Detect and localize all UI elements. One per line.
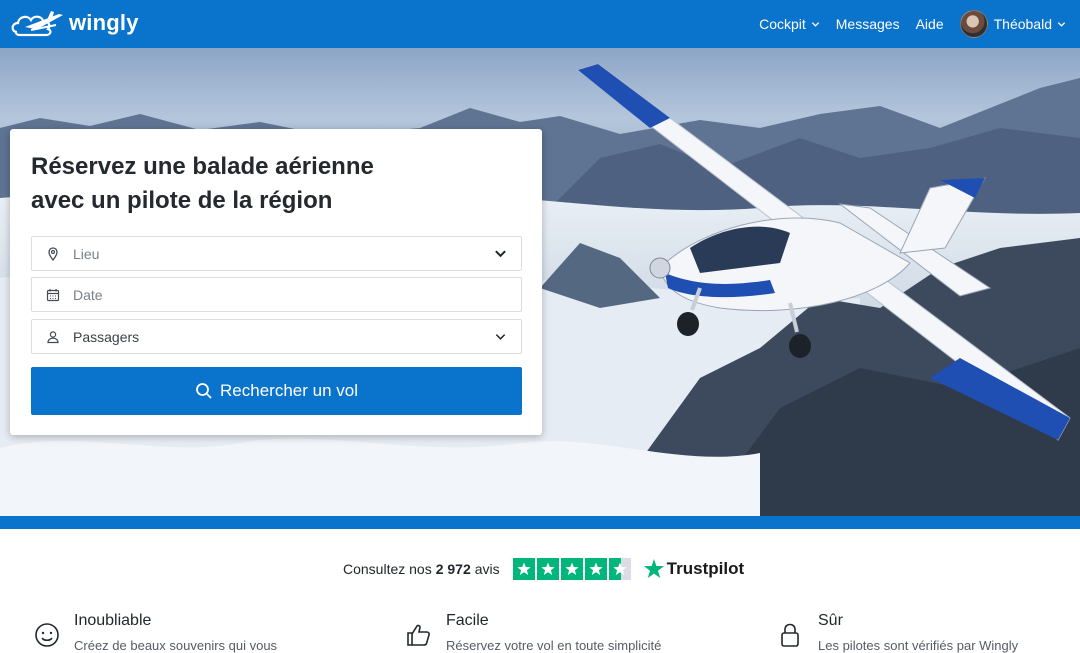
title-line-1: Réservez une balade aérienne — [31, 153, 374, 180]
user-name: Théobald — [993, 16, 1052, 32]
nav-messages[interactable]: Messages — [836, 16, 900, 32]
location-placeholder: Lieu — [73, 245, 100, 262]
user-menu[interactable]: Théobald — [959, 10, 1066, 38]
thumbs-up-icon — [407, 624, 430, 646]
passengers-select[interactable]: Passagers — [31, 319, 522, 354]
chevron-down-icon — [811, 21, 819, 27]
nav-cockpit-label: Cockpit — [759, 16, 806, 32]
lock-icon — [781, 623, 799, 647]
avatar — [959, 10, 988, 38]
location-pin-icon — [48, 246, 58, 261]
chevron-down-icon — [495, 334, 506, 340]
search-icon — [196, 383, 212, 399]
location-select[interactable]: Lieu — [31, 236, 522, 271]
chevron-down-icon — [1057, 21, 1066, 27]
passengers-placeholder: Passagers — [73, 328, 140, 345]
top-navbar: wingly Cockpit Messages Aide Théobald — [0, 0, 1080, 48]
date-placeholder: Date — [73, 286, 103, 303]
trust-prefix: Consultez nos — [343, 561, 432, 577]
half-star-icon — [608, 558, 631, 580]
wingly-logo[interactable]: wingly — [11, 8, 139, 38]
smiley-icon — [35, 623, 59, 647]
date-field[interactable]: Date — [31, 277, 522, 312]
nav-messages-label: Messages — [835, 16, 900, 32]
person-icon — [47, 330, 59, 343]
nav-cockpit[interactable]: Cockpit — [759, 16, 820, 32]
star-icon — [560, 558, 583, 580]
feature-title: Facile — [446, 612, 489, 629]
title-line-2: avec un pilote de la région — [31, 187, 333, 214]
trust-suffix: avis — [474, 561, 500, 577]
cloud-plane-logo-icon — [11, 11, 63, 37]
review-count: 2 972 — [435, 561, 471, 577]
rating-stars — [512, 558, 633, 580]
calendar-icon — [46, 288, 60, 301]
trustpilot-summary[interactable]: Consultez nos 2 972 avis Trustpilot — [343, 556, 744, 582]
feature-title: Inoubliable — [74, 612, 152, 629]
feature-title: Sûr — [818, 612, 843, 629]
search-flight-button[interactable]: Rechercher un vol — [31, 367, 522, 415]
trustpilot-logo[interactable]: Trustpilot — [643, 558, 744, 580]
brand-name: wingly — [69, 10, 139, 35]
star-icon — [584, 558, 607, 580]
trustpilot-brand: Trustpilot — [666, 559, 745, 578]
search-button-label: Rechercher un vol — [220, 381, 358, 400]
search-card-title: Réservez une balade aérienne avec un pil… — [31, 150, 451, 218]
nav-aide-label: Aide — [915, 16, 944, 32]
nav-aide[interactable]: Aide — [916, 16, 944, 32]
main-nav: Cockpit Messages Aide Théobald — [743, 0, 1066, 48]
star-icon — [512, 558, 535, 580]
search-card: Réservez une balade aérienne avec un pil… — [10, 129, 542, 435]
trustpilot-star-icon — [643, 559, 664, 578]
chevron-down-icon — [495, 250, 506, 258]
hero-bottom-bar — [0, 516, 1080, 529]
star-icon — [536, 558, 559, 580]
hero-banner: Réservez une balade aérienne avec un pil… — [0, 48, 1080, 516]
